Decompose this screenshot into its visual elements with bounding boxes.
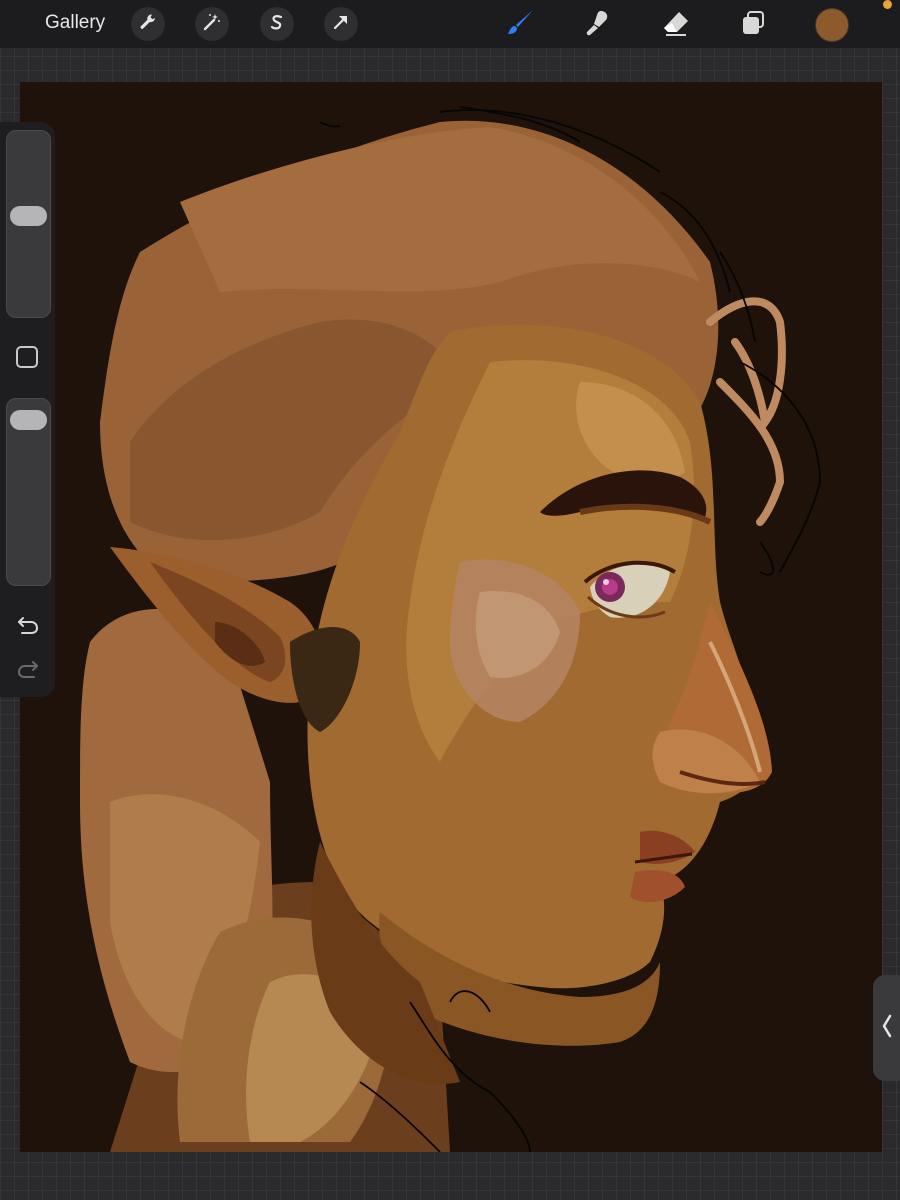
- smudge-tool-button[interactable]: [580, 8, 614, 42]
- opacity-slider[interactable]: [6, 398, 51, 586]
- wrench-icon: [138, 12, 158, 37]
- chevron-left-icon: [880, 1011, 894, 1046]
- transform-arrow-icon: [331, 12, 351, 37]
- brush-size-thumb[interactable]: [10, 206, 47, 226]
- eraser-icon: [660, 7, 692, 44]
- eraser-tool-button[interactable]: [659, 8, 693, 42]
- redo-icon: [14, 661, 42, 686]
- magic-wand-icon: [202, 12, 222, 37]
- paint-tool-button[interactable]: [503, 8, 537, 42]
- brush-icon: [504, 7, 536, 44]
- drawing-canvas[interactable]: [20, 82, 882, 1152]
- transform-button[interactable]: [324, 7, 358, 41]
- side-panel-handle[interactable]: [873, 975, 900, 1081]
- smudge-icon: [581, 7, 613, 44]
- gallery-button[interactable]: Gallery: [45, 12, 105, 34]
- actions-button[interactable]: [131, 7, 165, 41]
- modify-button[interactable]: [16, 346, 38, 368]
- undo-button[interactable]: [14, 610, 42, 638]
- adjustments-button[interactable]: [195, 7, 229, 41]
- color-swatch[interactable]: [815, 8, 849, 42]
- status-dot: [883, 0, 892, 9]
- portrait-artwork: [20, 82, 882, 1152]
- opacity-thumb[interactable]: [10, 410, 47, 430]
- brush-size-slider[interactable]: [6, 130, 51, 318]
- left-sidebar: [0, 122, 55, 697]
- top-toolbar: Gallery: [0, 0, 900, 48]
- undo-icon: [14, 617, 42, 642]
- selection-icon: [267, 12, 287, 37]
- layers-icon: [737, 7, 769, 44]
- layers-button[interactable]: [736, 8, 770, 42]
- selection-button[interactable]: [260, 7, 294, 41]
- redo-button[interactable]: [14, 654, 42, 682]
